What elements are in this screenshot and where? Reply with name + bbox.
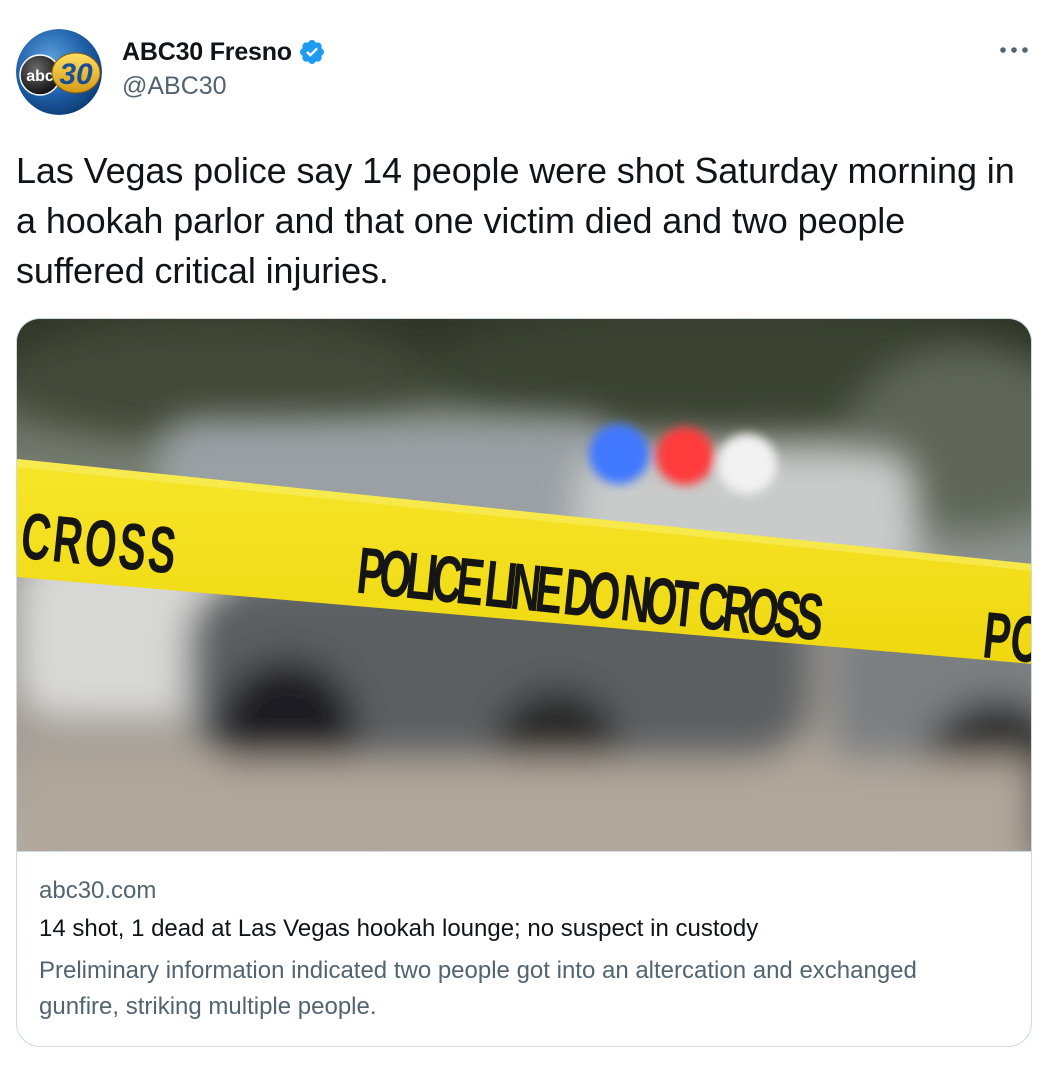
link-card[interactable]: CROSS POLICE LINE DO NOT CROSS PO abc30.… [16, 318, 1032, 1047]
card-description: Preliminary information indicated two pe… [39, 957, 917, 1020]
tape-text-right: PO [980, 597, 1032, 677]
card-title: 14 shot, 1 dead at Las Vegas hookah loun… [39, 915, 759, 942]
more-horizontal-icon [1000, 47, 1028, 53]
author-handle[interactable]: @ABC30 [122, 72, 227, 101]
avatar[interactable]: abc 30 [16, 29, 102, 115]
card-domain: abc30.com [39, 877, 157, 904]
card-image[interactable]: CROSS POLICE LINE DO NOT CROSS PO [17, 319, 1032, 852]
avatar-logo-text: abc [26, 68, 54, 85]
author-display-name[interactable]: ABC30 Fresno [122, 38, 292, 67]
author-name-row[interactable]: ABC30 Fresno [122, 36, 326, 68]
tape-text-left: CROSS [18, 498, 180, 588]
tweet: abc 30 ABC30 Fresno @ABC30 Las Vegas pol… [0, 0, 1054, 1070]
more-options-button[interactable] [996, 36, 1032, 64]
avatar-logo-number: 30 [59, 58, 93, 91]
tweet-text: Las Vegas police say 14 people were shot… [16, 150, 1015, 291]
verified-badge-icon [299, 40, 324, 64]
abc30-logo: abc 30 [16, 29, 102, 115]
